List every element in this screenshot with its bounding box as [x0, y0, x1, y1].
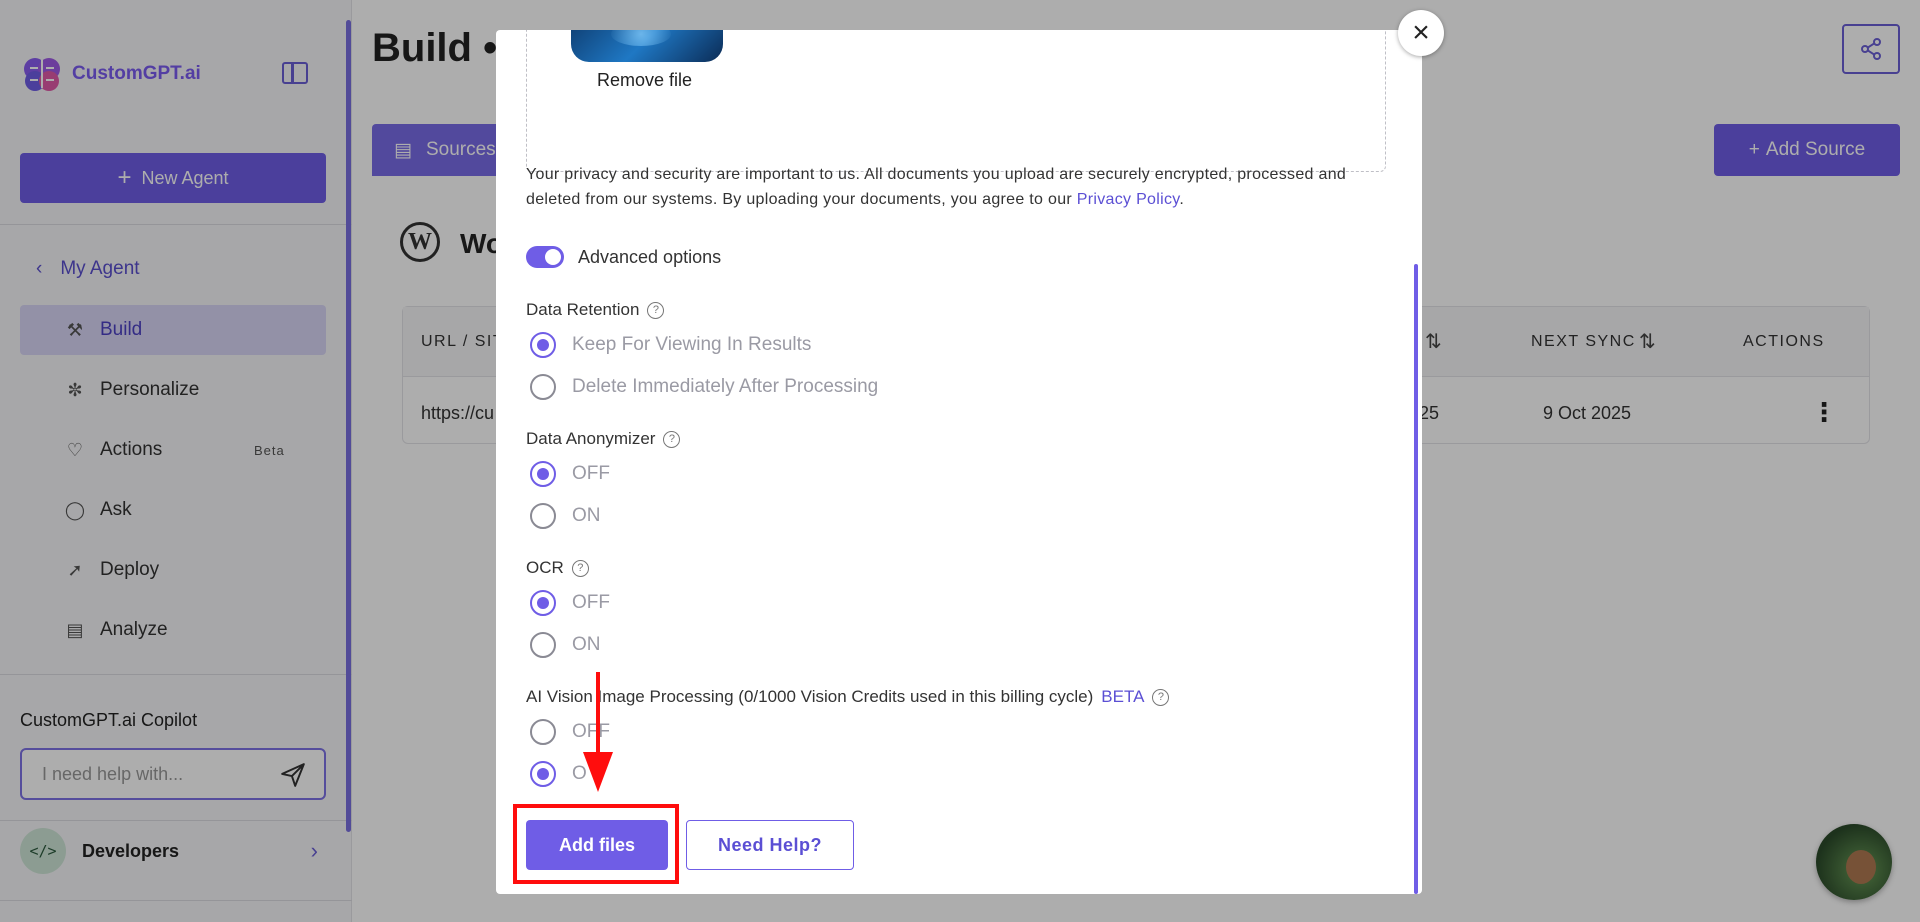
radio-anonymizer-on[interactable]: ON: [530, 503, 601, 529]
file-dropzone[interactable]: Remove file: [526, 30, 1386, 172]
radio-checked-icon[interactable]: [530, 590, 556, 616]
data-anonymizer-label: Data Anonymizer ?: [526, 429, 681, 449]
radio-unchecked-icon[interactable]: [530, 719, 556, 745]
privacy-end: .: [1179, 191, 1185, 208]
radio-checked-icon[interactable]: [530, 461, 556, 487]
annotation-arrow-head: [583, 752, 613, 792]
beta-link[interactable]: BETA: [1101, 687, 1144, 707]
remove-file-link[interactable]: Remove file: [597, 70, 692, 91]
section-title: OCR: [526, 558, 564, 577]
ai-vision-label: AI Vision Image Processing (0/1000 Visio…: [526, 687, 1170, 707]
radio-vision-on[interactable]: O: [530, 761, 587, 787]
close-icon: ×: [1412, 16, 1430, 49]
help-icon[interactable]: ?: [663, 430, 681, 448]
upload-files-modal: Remove file Your privacy and security ar…: [496, 30, 1422, 894]
help-icon[interactable]: ?: [647, 301, 665, 319]
section-title: Data Retention: [526, 300, 640, 319]
close-modal-button[interactable]: ×: [1398, 10, 1444, 56]
advanced-options-label: Advanced options: [578, 246, 722, 267]
radio-ocr-off[interactable]: OFF: [530, 590, 610, 616]
help-icon[interactable]: ?: [1152, 688, 1170, 706]
file-thumbnail: [571, 30, 723, 62]
radio-checked-icon[interactable]: [530, 332, 556, 358]
annotation-highlight-box: [513, 804, 679, 884]
radio-unchecked-icon[interactable]: [530, 374, 556, 400]
privacy-policy-link[interactable]: Privacy Policy: [1077, 191, 1180, 208]
radio-keep-for-viewing[interactable]: Keep For Viewing In Results: [530, 332, 811, 358]
radio-checked-icon[interactable]: [530, 761, 556, 787]
ocr-label: OCR ?: [526, 558, 589, 578]
radio-label: OFF: [572, 592, 610, 613]
radio-label: OFF: [572, 463, 610, 484]
privacy-notice: Your privacy and security are important …: [526, 162, 1396, 212]
section-title: Data Anonymizer: [526, 429, 656, 448]
modal-scrollbar[interactable]: [1414, 264, 1418, 894]
privacy-text: Your privacy and security are important …: [526, 166, 1347, 208]
data-retention-label: Data Retention ?: [526, 300, 665, 320]
need-help-button[interactable]: Need Help?: [686, 820, 854, 870]
help-icon[interactable]: ?: [571, 559, 589, 577]
radio-label: ON: [572, 505, 601, 526]
section-title: AI Vision Image Processing (0/1000 Visio…: [526, 687, 1094, 706]
radio-label: Delete Immediately After Processing: [572, 376, 879, 397]
radio-label: ON: [572, 634, 601, 655]
radio-label: Keep For Viewing In Results: [572, 334, 812, 355]
radio-anonymizer-off[interactable]: OFF: [530, 461, 610, 487]
radio-unchecked-icon[interactable]: [530, 632, 556, 658]
toggle-switch[interactable]: [526, 246, 564, 268]
annotation-arrow: [596, 672, 600, 756]
radio-ocr-on[interactable]: ON: [530, 632, 601, 658]
advanced-options-toggle[interactable]: Advanced options: [526, 246, 721, 268]
radio-label: OFF: [572, 721, 610, 742]
radio-delete-immediately[interactable]: Delete Immediately After Processing: [530, 374, 878, 400]
radio-unchecked-icon[interactable]: [530, 503, 556, 529]
